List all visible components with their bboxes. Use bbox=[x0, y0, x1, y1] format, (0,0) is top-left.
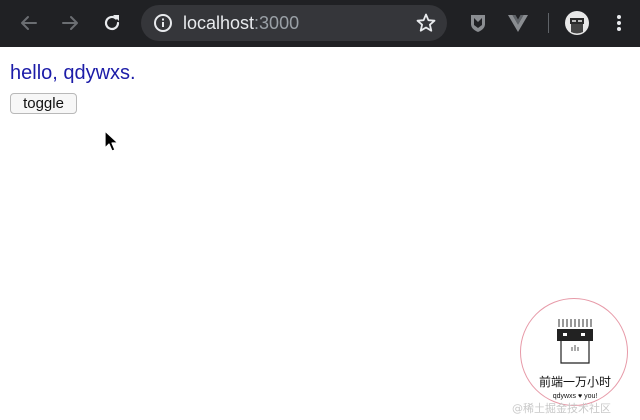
mouse-cursor-icon bbox=[104, 130, 119, 152]
bookmark-star-button[interactable] bbox=[412, 9, 440, 37]
extension-button[interactable] bbox=[464, 9, 492, 37]
back-arrow-icon bbox=[21, 16, 37, 30]
url-host: localhost bbox=[183, 13, 255, 33]
browser-menu-button[interactable] bbox=[605, 9, 633, 37]
watermark-badge: 前端一万小时 qdywxs ♥ you! bbox=[520, 298, 628, 406]
address-bar[interactable]: localhost:3000 bbox=[141, 5, 447, 41]
url-port: :3000 bbox=[254, 13, 300, 33]
info-icon[interactable] bbox=[153, 13, 173, 38]
forward-arrow-icon bbox=[62, 16, 78, 30]
site-watermark: @稀土掘金技术社区 bbox=[512, 402, 611, 415]
forward-button[interactable] bbox=[55, 8, 85, 38]
reload-icon bbox=[104, 15, 120, 31]
greeting-text: hello, qdywxs. bbox=[10, 62, 136, 84]
badge-subtitle: qdywxs ♥ you! bbox=[552, 393, 598, 400]
reload-button[interactable] bbox=[97, 8, 127, 38]
back-button[interactable] bbox=[14, 8, 44, 38]
shield-extension-icon bbox=[471, 15, 485, 32]
url-text[interactable]: localhost:3000 bbox=[183, 14, 299, 32]
avatar-icon bbox=[565, 11, 589, 35]
menu-icon bbox=[617, 15, 621, 31]
toolbar-divider bbox=[548, 13, 549, 33]
toggle-button[interactable]: toggle bbox=[10, 93, 77, 114]
star-icon bbox=[416, 13, 436, 32]
vue-devtools-button[interactable] bbox=[504, 9, 532, 37]
profile-button[interactable] bbox=[563, 9, 591, 37]
badge-title: 前端一万小时 bbox=[538, 375, 611, 389]
vue-devtools-icon bbox=[508, 15, 528, 32]
mascot-icon bbox=[557, 319, 593, 364]
browser-toolbar: localhost:3000 bbox=[0, 0, 640, 47]
